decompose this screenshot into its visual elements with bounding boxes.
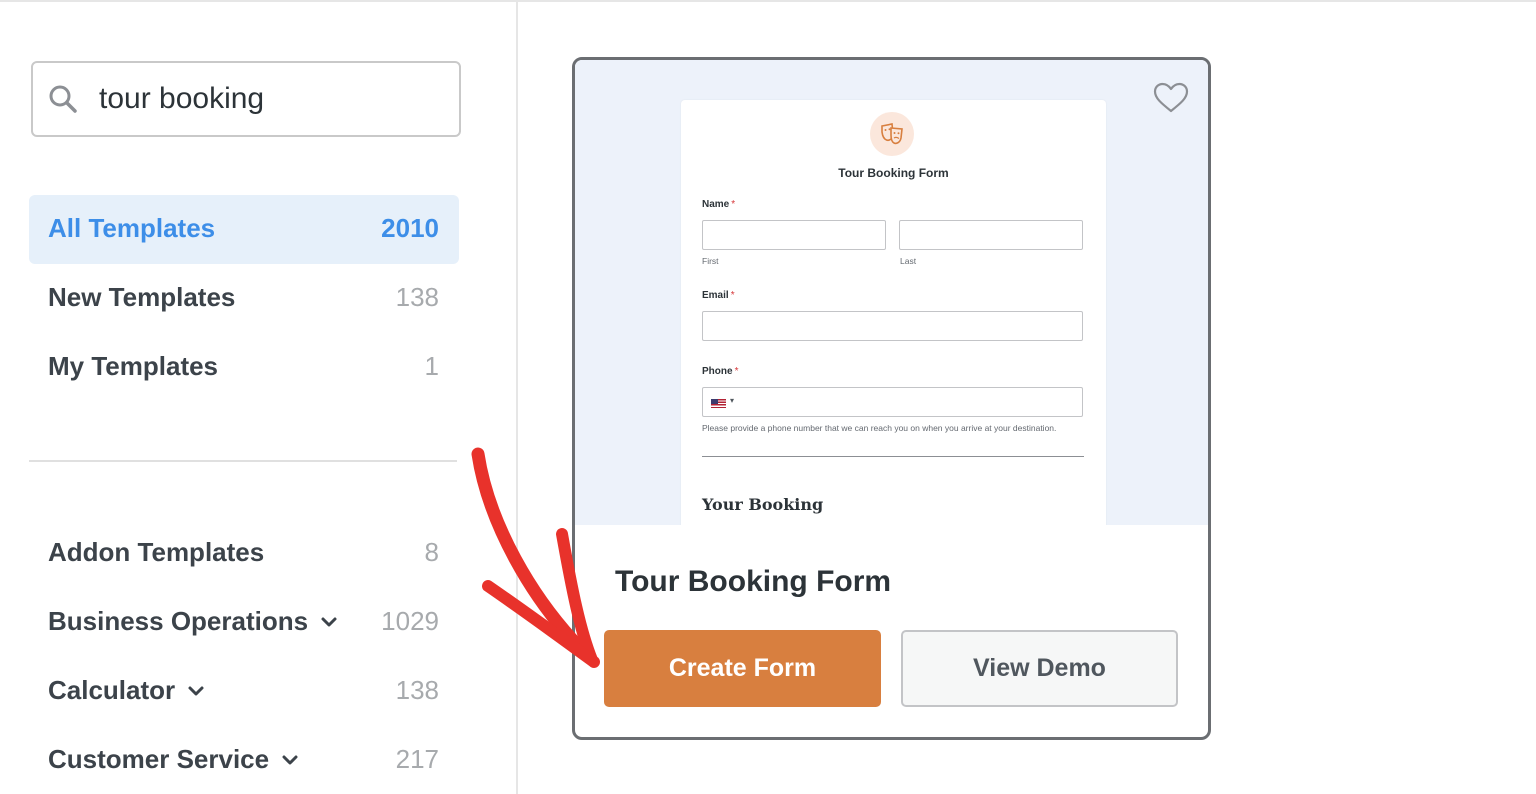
nav-count: 138 <box>395 282 439 312</box>
category-count: 8 <box>424 537 439 567</box>
theater-masks-icon <box>881 123 903 145</box>
top-border <box>0 0 1536 2</box>
phone-label-text: Phone <box>702 366 733 377</box>
section-title: Your Booking <box>702 495 824 514</box>
name-label: Name * <box>702 199 735 210</box>
heart-icon[interactable] <box>1153 82 1189 114</box>
search-icon <box>49 85 77 113</box>
phone-help-text: Please provide a phone number that we ca… <box>702 423 1057 433</box>
template-card: Tour Booking Form Name * First Last Email… <box>572 57 1211 740</box>
category-count: 1029 <box>381 606 439 636</box>
name-label-text: Name <box>702 199 730 210</box>
sidebar-divider <box>516 0 518 794</box>
category-label-wrap: Customer Service <box>48 744 299 775</box>
nav-count: 2010 <box>381 213 439 243</box>
search-input[interactable] <box>99 77 439 121</box>
category-label-wrap: Business Operations <box>48 606 338 637</box>
phone-label: Phone * <box>702 366 738 377</box>
form-logo <box>870 112 914 156</box>
template-preview[interactable]: Tour Booking Form Name * First Last Email… <box>575 60 1208 525</box>
email-label-text: Email <box>702 290 729 301</box>
nav-divider <box>29 460 457 462</box>
nav-count: 1 <box>424 351 439 381</box>
first-sublabel: First <box>702 256 719 266</box>
create-form-button[interactable]: Create Form <box>604 630 881 707</box>
category-calculator[interactable]: Calculator 138 <box>29 657 459 726</box>
last-sublabel: Last <box>900 256 917 266</box>
form-preview-sheet: Tour Booking Form Name * First Last Email… <box>681 100 1106 525</box>
chevron-down-icon[interactable] <box>187 685 205 697</box>
category-count: 138 <box>395 675 439 705</box>
form-title: Tour Booking Form <box>838 166 949 180</box>
category-label-wrap: Calculator <box>48 675 205 706</box>
category-count: 217 <box>395 744 439 774</box>
last-name-input[interactable] <box>899 220 1083 250</box>
caret-down-icon[interactable]: ▾ <box>730 396 734 405</box>
card-title: Tour Booking Form <box>615 565 892 598</box>
nav-label: All Templates <box>48 213 216 243</box>
category-label: Business Operations <box>48 606 309 636</box>
nav-label: New Templates <box>48 282 236 312</box>
required-mark: * <box>730 290 735 301</box>
nav-my-templates[interactable]: My Templates 1 <box>29 333 459 402</box>
email-input[interactable] <box>702 311 1083 341</box>
us-flag-icon[interactable] <box>711 399 726 408</box>
nav-all-templates[interactable]: All Templates 2010 <box>29 195 459 264</box>
view-demo-button[interactable]: View Demo <box>901 630 1178 707</box>
first-name-input[interactable] <box>702 220 886 250</box>
section-divider <box>702 456 1084 457</box>
category-business-operations[interactable]: Business Operations 1029 <box>29 588 459 657</box>
category-addon-templates[interactable]: Addon Templates 8 <box>29 519 459 588</box>
email-label: Email * <box>702 290 735 301</box>
template-search[interactable] <box>31 61 461 137</box>
required-mark: * <box>731 199 736 210</box>
category-label: Customer Service <box>48 744 270 774</box>
category-label: Calculator <box>48 675 176 705</box>
required-mark: * <box>734 366 739 377</box>
nav-new-templates[interactable]: New Templates 138 <box>29 264 459 333</box>
chevron-down-icon[interactable] <box>320 616 338 628</box>
category-label: Addon Templates <box>48 537 265 567</box>
nav-label: My Templates <box>48 351 219 381</box>
chevron-down-icon[interactable] <box>281 754 299 766</box>
phone-input[interactable]: ▾ <box>702 387 1083 417</box>
category-customer-service[interactable]: Customer Service 217 <box>29 726 459 794</box>
